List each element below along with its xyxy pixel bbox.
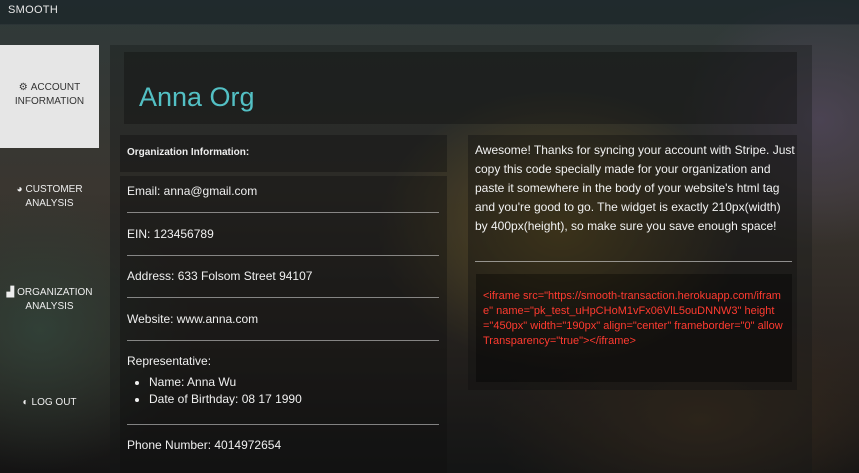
- phone-field: Phone Number: 4014972654: [127, 438, 282, 452]
- nav-customer-analysis[interactable]: ◕ CUSTOMER ANALYSIS: [0, 183, 99, 211]
- org-info-title-panel: Organization Information:: [120, 135, 447, 172]
- divider: [127, 424, 439, 425]
- divider: [127, 212, 439, 213]
- embed-code-box[interactable]: <iframe src="https://smooth-transaction.…: [476, 274, 792, 382]
- stripe-panel: Awesome! Thanks for syncing your account…: [468, 135, 797, 390]
- nav-label: ORGANIZATION ANALYSIS: [17, 287, 93, 312]
- logout-icon: ◐: [22, 397, 29, 408]
- top-bar: SMOOTH: [0, 0, 859, 25]
- divider: [127, 255, 439, 256]
- main-content: Anna Org Organization Information: Email…: [110, 45, 812, 473]
- nav-organization-analysis[interactable]: ▟ ORGANIZATION ANALYSIS: [0, 286, 99, 314]
- stripe-message: Awesome! Thanks for syncing your account…: [475, 143, 795, 233]
- representative-label: Representative:: [127, 354, 212, 368]
- divider: [475, 261, 792, 262]
- nav-account-information[interactable]: ⚙ ACCOUNT INFORMATION: [0, 45, 99, 148]
- divider: [127, 297, 439, 298]
- pie-chart-icon: ◕: [16, 184, 23, 195]
- org-info-title: Organization Information:: [127, 147, 250, 158]
- brand-logo[interactable]: SMOOTH: [8, 4, 58, 16]
- org-header: Anna Org: [124, 52, 797, 124]
- ein-field: EIN: 123456789: [127, 227, 214, 241]
- rep-dob: Date of Birthday: 08 17 1990: [149, 391, 439, 408]
- representative-list: Name: Anna Wu Date of Birthday: 08 17 19…: [127, 374, 439, 408]
- email-field: Email: anna@gmail.com: [127, 184, 258, 198]
- representative-section: Representative: Name: Anna Wu Date of Bi…: [127, 354, 439, 408]
- address-field: Address: 633 Folsom Street 94107: [127, 269, 313, 283]
- gear-icon: ⚙: [18, 82, 28, 93]
- bar-chart-icon: ▟: [6, 287, 15, 298]
- embed-code[interactable]: <iframe src="https://smooth-transaction.…: [483, 289, 788, 349]
- org-info-list: Email: anna@gmail.com EIN: 123456789 Add…: [120, 176, 447, 473]
- nav-label: LOG OUT: [31, 397, 77, 408]
- rep-name: Name: Anna Wu: [149, 374, 439, 391]
- org-name: Anna Org: [139, 82, 255, 112]
- nav-label: CUSTOMER ANALYSIS: [25, 184, 83, 209]
- nav-log-out[interactable]: ◐ LOG OUT: [0, 396, 99, 410]
- sidebar: ⚙ ACCOUNT INFORMATION ◕ CUSTOMER ANALYSIS …: [0, 45, 99, 473]
- website-field: Website: www.anna.com: [127, 312, 259, 326]
- divider: [127, 340, 439, 341]
